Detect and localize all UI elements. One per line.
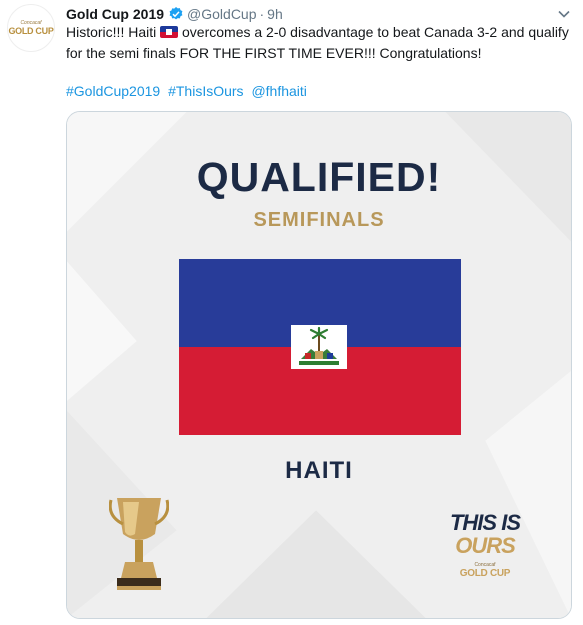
avatar-main-text: GOLD CUP <box>8 26 54 36</box>
tweet-header: Gold Cup 2019 @GoldCup · 9h <box>66 5 571 23</box>
tweet-text-part1: Historic!!! Haiti <box>66 24 161 40</box>
timestamp[interactable]: 9h <box>267 6 283 22</box>
slogan-brand: GOLD CUP <box>459 568 511 579</box>
separator: · <box>259 6 265 22</box>
haiti-flag-emoji-icon <box>160 26 179 38</box>
author-handle[interactable]: @GoldCup <box>187 6 256 22</box>
slogan-line2: OURS <box>455 533 516 558</box>
media-card[interactable]: QUALIFIED! SEMIFINALS HAITI THIS IS OURS… <box>66 111 572 619</box>
headline: QUALIFIED! <box>196 154 442 200</box>
hashtag-goldcup2019[interactable]: #GoldCup2019 <box>66 83 160 99</box>
trophy-icon <box>109 498 169 590</box>
slogan-logo: THIS IS OURS Concacaf GOLD CUP <box>445 510 525 580</box>
author-name[interactable]: Gold Cup 2019 <box>66 6 164 22</box>
hashtag-row: #GoldCup2019 #ThisIsOurs @fhfhaiti <box>66 82 311 100</box>
verified-badge-icon <box>169 7 183 20</box>
hashtag-thisisours[interactable]: #ThisIsOurs <box>168 83 243 99</box>
tweet-text: Historic!!! Haiti overcomes a 2-0 disadv… <box>66 22 576 64</box>
slogan-line1: THIS IS <box>449 510 521 535</box>
subline: SEMIFINALS <box>253 209 385 231</box>
coat-of-arms-icon <box>291 325 347 369</box>
chevron-down-icon[interactable] <box>557 7 571 21</box>
haiti-flag <box>179 259 461 435</box>
avatar[interactable]: Concacaf GOLD CUP <box>7 4 55 52</box>
mention-fhfhaiti[interactable]: @fhfhaiti <box>251 83 306 99</box>
country-name: HAITI <box>285 457 353 484</box>
